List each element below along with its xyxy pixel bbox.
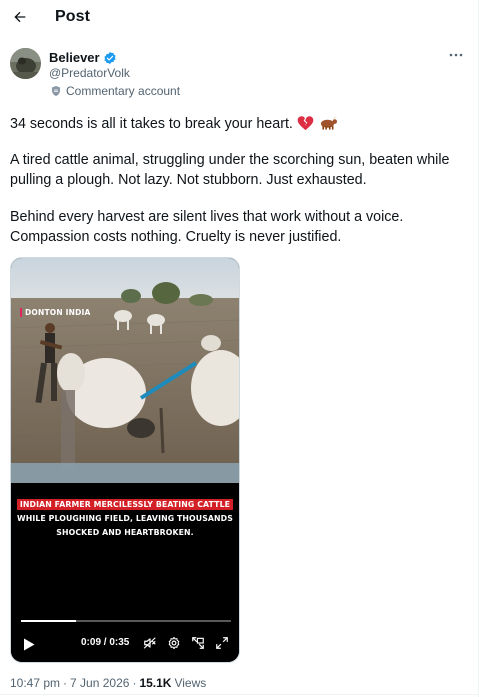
broken-heart-icon	[297, 116, 314, 131]
settings-button[interactable]	[166, 635, 182, 651]
video-time: 0:09 / 0:35	[81, 637, 130, 648]
author-name-text: Believer	[49, 50, 100, 65]
post-text-line1-text: 34 seconds is all it takes to break your…	[10, 116, 293, 132]
more-options-button[interactable]	[447, 46, 465, 64]
views-label: Views	[174, 676, 207, 690]
meta-separator-2: ·	[132, 676, 137, 690]
commentary-label-text: Commentary account	[66, 84, 181, 98]
post-page: Post Believer @PredatorVolk Commentary a…	[0, 0, 479, 697]
more-horizontal-icon	[449, 53, 463, 57]
mute-icon	[143, 637, 156, 649]
back-arrow-icon	[14, 11, 26, 23]
minimize-player-button[interactable]	[190, 635, 206, 651]
video-progress-bar[interactable]	[21, 620, 231, 622]
post-text-line1: 34 seconds is all it takes to break your…	[10, 114, 470, 134]
ox-icon	[320, 116, 337, 130]
meta-separator: ·	[63, 676, 68, 690]
play-button[interactable]	[21, 636, 37, 652]
video-watermark: DONTON INDIA	[20, 308, 91, 317]
play-icon	[24, 638, 35, 650]
caption-line-3: SHOCKED AND HEARTBROKEN.	[56, 528, 194, 537]
caption-highlight: INDIAN FARMER MERCILESSLY BEATING CATTLE	[16, 499, 234, 510]
caption-line-2: WHILE PLOUGHING FIELD, LEAVING THOUSANDS	[17, 514, 233, 523]
video-player[interactable]: DONTON INDIA INDIAN FARMER MERCILESSLY B…	[10, 257, 240, 663]
minimize-icon	[192, 637, 204, 649]
post-date[interactable]: 7 Jun 2026	[70, 676, 129, 690]
back-button[interactable]	[8, 5, 32, 29]
author-name[interactable]: Believer	[49, 50, 117, 65]
page-title: Post	[55, 8, 91, 25]
fullscreen-icon	[216, 637, 228, 649]
video-frame	[11, 258, 239, 662]
divider	[0, 694, 479, 695]
video-caption: INDIAN FARMER MERCILESSLY BEATING CATTLE…	[11, 498, 239, 540]
post-metadata: 10:47 pm · 7 Jun 2026 · 15.1K Views	[10, 676, 206, 690]
mute-button[interactable]	[142, 635, 158, 651]
video-progress-fill	[21, 620, 76, 622]
post-time[interactable]: 10:47 pm	[10, 676, 60, 690]
shield-icon	[52, 86, 60, 96]
author-handle[interactable]: @PredatorVolk	[49, 66, 130, 80]
views-count[interactable]: 15.1K	[139, 676, 171, 690]
fullscreen-button[interactable]	[214, 635, 230, 651]
avatar[interactable]	[10, 48, 41, 79]
post-text-paragraph-2: A tired cattle animal, struggling under …	[10, 152, 450, 188]
verified-badge-icon	[104, 51, 116, 64]
commentary-label: Commentary account	[50, 84, 180, 98]
post-header: Post	[0, 0, 478, 36]
post-text-paragraph-3: Behind every harvest are silent lives th…	[10, 209, 404, 245]
settings-icon	[168, 636, 180, 650]
